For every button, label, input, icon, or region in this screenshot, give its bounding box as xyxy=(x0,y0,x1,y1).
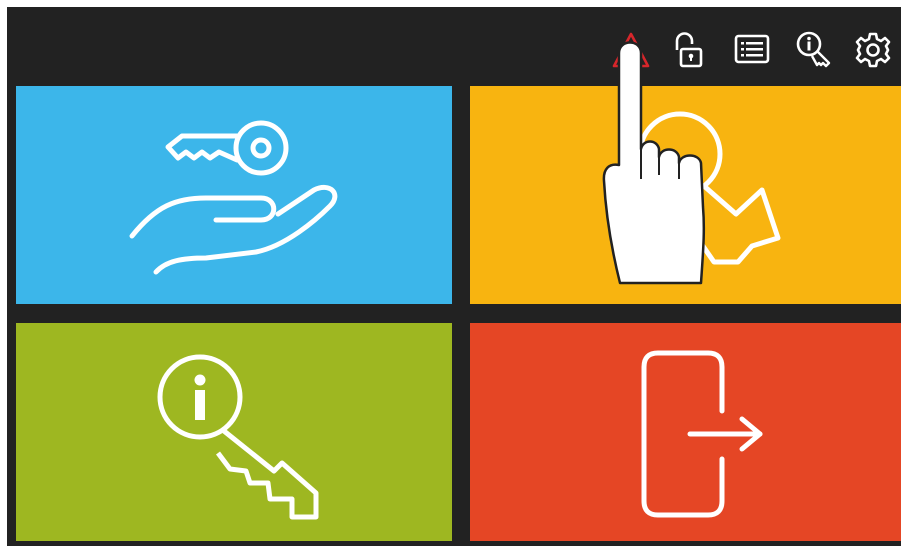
tile-handover-key[interactable] xyxy=(16,86,452,304)
warning-button[interactable] xyxy=(610,28,652,72)
hand-key-icon xyxy=(129,120,338,275)
warning-icon xyxy=(612,32,650,68)
list-button[interactable] xyxy=(731,28,773,72)
unlock-button[interactable] xyxy=(669,28,711,72)
key-return-icon xyxy=(637,111,781,265)
list-icon xyxy=(734,34,770,64)
settings-button[interactable] xyxy=(852,28,894,72)
unlock-icon xyxy=(675,32,703,68)
tile-exit[interactable] xyxy=(470,323,901,541)
key-info-icon xyxy=(796,31,831,68)
tile-key-info[interactable] xyxy=(16,323,452,541)
tile-return-key[interactable] xyxy=(470,86,901,304)
app-window xyxy=(7,7,901,546)
key-info-button[interactable] xyxy=(793,28,835,72)
key-info-large-icon xyxy=(157,354,319,520)
exit-door-icon xyxy=(641,350,763,518)
settings-icon xyxy=(855,32,891,68)
kiosk-screen xyxy=(0,0,901,546)
